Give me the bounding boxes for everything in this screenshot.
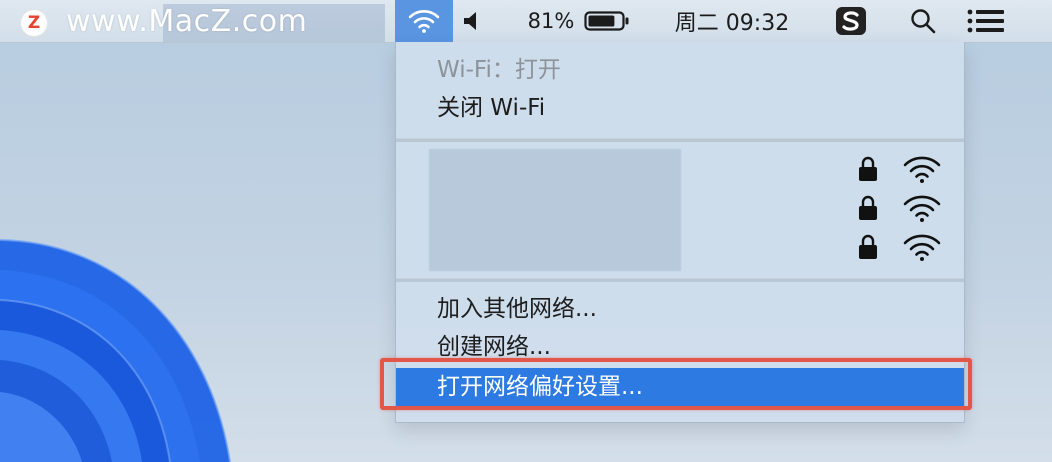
lock-icon — [859, 234, 877, 259]
battery-icon — [584, 11, 629, 31]
menu-bar-clock[interactable]: 周二 09:32 — [660, 0, 804, 42]
network-names-blurred — [429, 149, 681, 271]
volume-menu-button[interactable] — [458, 0, 486, 42]
lock-icon — [859, 195, 877, 220]
macz-logo: Z — [21, 10, 47, 36]
input-method-button[interactable] — [832, 0, 870, 42]
menu-separator — [396, 138, 964, 142]
wifi-status-label: Wi-Fi：打开 — [437, 57, 561, 83]
lock-icon — [859, 156, 877, 181]
menu-separator — [396, 278, 964, 282]
sogou-input-icon — [836, 7, 866, 35]
turn-off-wifi-item[interactable]: 关闭 Wi-Fi — [437, 92, 545, 124]
watermark-text: www.MacZ.com — [66, 4, 308, 39]
search-icon — [911, 9, 936, 34]
wifi-menu-button[interactable] — [395, 0, 453, 42]
macz-logo-letter: Z — [27, 12, 41, 33]
spotlight-button[interactable] — [902, 0, 944, 42]
wifi-signal-icon — [903, 195, 941, 222]
wifi-signal-icon — [903, 156, 941, 183]
battery-menu-button[interactable] — [582, 0, 632, 42]
annotation-highlight-box — [380, 358, 972, 410]
control-center-icon — [967, 9, 1004, 33]
wifi-icon — [408, 10, 440, 33]
wifi-signal-icon — [903, 234, 941, 261]
battery-percentage: 81% — [527, 9, 575, 33]
control-center-button[interactable] — [962, 0, 1010, 42]
menu-bar: Z www.MacZ.com 81% 周二 09:32 — [0, 0, 1052, 43]
speaker-icon — [464, 12, 476, 30]
join-other-network-item[interactable]: 加入其他网络... — [437, 293, 597, 325]
